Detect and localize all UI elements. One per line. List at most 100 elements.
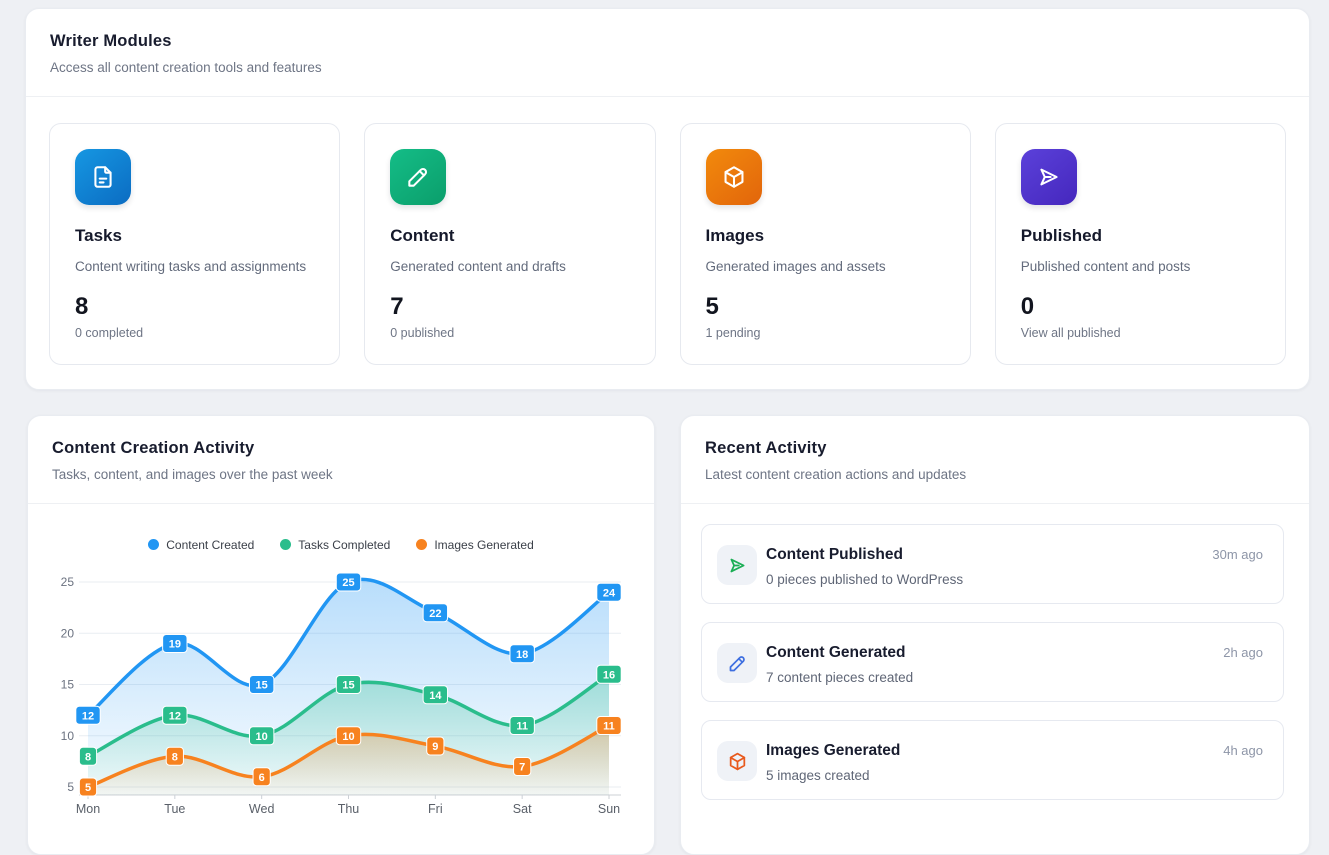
svg-text:Mon: Mon [76,802,100,816]
activity-title: Images Generated [766,742,900,760]
chart-subtitle: Tasks, content, and images over the past… [52,467,630,482]
pencil-icon [727,653,748,674]
cube-icon [721,164,747,190]
module-sub: View all published [1021,326,1260,340]
chart-title: Content Creation Activity [52,439,630,458]
svg-text:10: 10 [256,731,268,743]
svg-text:15: 15 [61,678,75,692]
svg-text:5: 5 [85,782,91,794]
svg-text:10: 10 [61,729,75,743]
legend-item-tasks-completed[interactable]: Tasks Completed [280,538,390,552]
tasks-icon-badge [75,149,131,205]
legend-item-content-created[interactable]: Content Created [148,538,254,552]
activity-icon-chip [717,643,757,683]
content-icon-badge [390,149,446,205]
svg-text:Tue: Tue [164,802,185,816]
svg-text:9: 9 [432,741,438,753]
legend-label: Tasks Completed [298,538,390,552]
svg-text:7: 7 [519,762,525,774]
module-sub: 0 published [390,326,629,340]
svg-text:12: 12 [169,710,181,722]
svg-text:24: 24 [603,587,616,599]
module-desc: Generated images and assets [706,259,945,274]
svg-text:Sun: Sun [598,802,620,816]
module-desc: Content writing tasks and assignments [75,259,314,274]
activity-timestamp: 30m ago [1212,547,1263,562]
chart-area: Content Created Tasks Completed Images G… [28,504,654,829]
svg-text:20: 20 [61,626,75,640]
cube-icon [727,751,748,772]
module-desc: Published content and posts [1021,259,1260,274]
svg-text:22: 22 [429,608,441,620]
page-title: Writer Modules [50,32,1285,51]
svg-text:8: 8 [85,751,91,763]
svg-text:16: 16 [603,669,615,681]
recent-activity-title: Recent Activity [705,439,1285,458]
svg-text:11: 11 [603,721,615,733]
svg-text:6: 6 [259,772,265,784]
activity-desc: 0 pieces published to WordPress [766,572,963,587]
module-card-published[interactable]: Published Published content and posts 0 … [995,123,1286,365]
module-count: 8 [75,295,314,319]
svg-text:19: 19 [169,639,181,651]
recent-activity-header: Recent Activity Latest content creation … [681,416,1309,504]
legend-item-images-generated[interactable]: Images Generated [416,538,533,552]
svg-text:10: 10 [342,731,354,743]
writer-modules-panel: Writer Modules Access all content creati… [25,8,1310,390]
svg-text:18: 18 [516,649,528,661]
legend-dot-blue [148,539,159,550]
svg-text:Fri: Fri [428,802,443,816]
svg-text:25: 25 [61,575,75,589]
writer-modules-header: Writer Modules Access all content creati… [26,9,1309,97]
module-title: Images [706,226,945,246]
svg-text:12: 12 [82,710,94,722]
activity-list: Content Published 0 pieces published to … [681,504,1309,800]
send-icon [727,555,748,576]
activity-item-images-generated[interactable]: Images Generated 5 images created 4h ago [701,720,1284,800]
chart-legend: Content Created Tasks Completed Images G… [28,535,654,554]
activity-item-content-generated[interactable]: Content Generated 7 content pieces creat… [701,622,1284,702]
svg-text:15: 15 [342,680,354,692]
module-count: 0 [1021,295,1260,319]
svg-text:15: 15 [256,680,268,692]
legend-label: Images Generated [434,538,533,552]
activity-timestamp: 4h ago [1223,743,1263,758]
chart-panel-header: Content Creation Activity Tasks, content… [28,416,654,504]
module-sub: 0 completed [75,326,314,340]
module-title: Published [1021,226,1260,246]
svg-text:11: 11 [516,721,528,733]
svg-text:Wed: Wed [249,802,275,816]
module-title: Tasks [75,226,314,246]
module-card-content[interactable]: Content Generated content and drafts 7 0… [364,123,655,365]
published-icon-badge [1021,149,1077,205]
modules-grid: Tasks Content writing tasks and assignme… [26,97,1309,391]
activity-desc: 5 images created [766,768,870,783]
recent-activity-panel: Recent Activity Latest content creation … [680,415,1310,855]
svg-text:8: 8 [172,751,178,763]
svg-text:Sat: Sat [513,802,532,816]
module-count: 5 [706,295,945,319]
activity-icon-chip [717,741,757,781]
svg-text:Thu: Thu [338,802,360,816]
legend-dot-green [280,539,291,550]
send-icon [1036,164,1062,190]
activity-desc: 7 content pieces created [766,670,913,685]
activity-line-chart: 5 10 15 20 25 Mon Tue Wed Thu Fri Sat Sun 12 19 15 25 22… [28,559,656,829]
module-card-tasks[interactable]: Tasks Content writing tasks and assignme… [49,123,340,365]
activity-timestamp: 2h ago [1223,645,1263,660]
svg-text:5: 5 [67,780,74,794]
activity-title: Content Published [766,546,903,564]
activity-title: Content Generated [766,644,906,662]
svg-text:25: 25 [342,577,354,589]
recent-activity-subtitle: Latest content creation actions and upda… [705,467,1285,482]
activity-icon-chip [717,545,757,585]
module-count: 7 [390,295,629,319]
module-sub: 1 pending [706,326,945,340]
content-creation-activity-panel: Content Creation Activity Tasks, content… [27,415,655,855]
page-subtitle: Access all content creation tools and fe… [50,60,1285,75]
images-icon-badge [706,149,762,205]
pencil-icon [405,164,431,190]
module-card-images[interactable]: Images Generated images and assets 5 1 p… [680,123,971,365]
module-desc: Generated content and drafts [390,259,629,274]
activity-item-content-published[interactable]: Content Published 0 pieces published to … [701,524,1284,604]
